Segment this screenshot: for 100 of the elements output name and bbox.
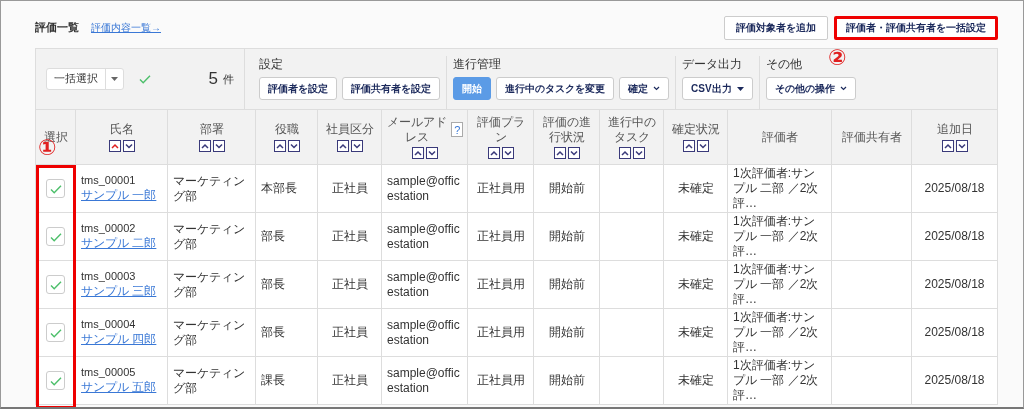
table-cell: sample@officestation <box>382 357 468 405</box>
chevron-up-icon <box>413 149 422 156</box>
table-cell: 未確定 <box>664 261 728 309</box>
table-cell <box>600 213 664 261</box>
sort-down-button[interactable] <box>632 146 645 159</box>
employee-id: tms_00005 <box>81 366 136 380</box>
table-cell: 開始前 <box>534 165 600 213</box>
sort-up-button[interactable] <box>553 146 566 159</box>
chevron-up-icon <box>110 142 119 149</box>
table-cell: 開始前 <box>534 357 600 405</box>
table-cell: 2025/08/18 <box>912 261 998 309</box>
chevron-down-icon <box>427 149 436 156</box>
table-cell <box>600 261 664 309</box>
chevron-down-icon <box>214 142 223 149</box>
sort-up-button[interactable] <box>941 139 954 152</box>
toolbar-button[interactable]: 評価共有者を設定 <box>342 77 440 100</box>
chevron-down-icon <box>569 149 578 156</box>
sort-down-button[interactable] <box>501 146 514 159</box>
sort-up-button[interactable] <box>682 139 695 152</box>
annotation-number: ② <box>828 46 847 69</box>
group-label: データ出力 <box>682 56 742 73</box>
sort-up-button[interactable] <box>618 146 631 159</box>
table-cell: 正社員 <box>318 213 382 261</box>
sort-down-button[interactable] <box>212 139 225 152</box>
sort-up-button[interactable] <box>273 139 286 152</box>
chevron-up-icon <box>684 142 693 149</box>
result-count: 5 <box>208 69 218 89</box>
column-label: 進行中のタスク <box>606 115 657 144</box>
table-cell: 未確定 <box>664 213 728 261</box>
table-cell: 部長 <box>256 213 318 261</box>
table-cell: sample@officestation <box>382 213 468 261</box>
top-button[interactable]: 評価対象者を追加 <box>724 15 828 40</box>
table-cell: 正社員 <box>318 309 382 357</box>
employee-name-link[interactable]: サンプル 四郎 <box>81 331 157 347</box>
row-checkbox[interactable] <box>46 275 65 294</box>
table-cell: マーケティング部 <box>168 213 256 261</box>
column-label: 評価プラン <box>475 115 526 144</box>
table-cell: 正社員用 <box>468 213 534 261</box>
table-cell: 課長 <box>256 357 318 405</box>
column-label: 評価の進行状況 <box>541 115 592 144</box>
column-label: 部署 <box>199 122 224 137</box>
top-button[interactable]: 評価者・評価共有者を一括設定 <box>834 15 998 40</box>
table-cell <box>600 357 664 405</box>
employee-id: tms_00001 <box>81 174 136 188</box>
table-cell: 正社員用 <box>468 165 534 213</box>
table-cell: 1次評価者:サンプル 二部 ／2次評… <box>728 165 832 213</box>
row-checkbox[interactable] <box>46 323 65 342</box>
table-cell: 1次評価者:サンプル 一部 ／2次評… <box>728 261 832 309</box>
employee-name-link[interactable]: サンプル 五郎 <box>81 379 157 395</box>
toolbar-button[interactable]: 進行中のタスクを変更 <box>496 77 614 100</box>
sort-up-button[interactable] <box>198 139 211 152</box>
row-checkbox[interactable] <box>46 371 65 390</box>
toolbar-button[interactable]: CSV出力 <box>682 77 753 100</box>
table-cell: 開始前 <box>534 213 600 261</box>
sort-down-button[interactable] <box>696 139 709 152</box>
table-cell: 2025/08/18 <box>912 309 998 357</box>
table-cell: マーケティング部 <box>168 261 256 309</box>
table-cell: 開始前 <box>534 261 600 309</box>
employee-id: tms_00002 <box>81 222 136 236</box>
table-cell: 未確定 <box>664 165 728 213</box>
table-cell: sample@officestation <box>382 309 468 357</box>
sort-down-button[interactable] <box>350 139 363 152</box>
column-label: 評価者 <box>761 129 798 145</box>
employee-name-link[interactable]: サンプル 二郎 <box>81 235 157 251</box>
sort-down-button[interactable] <box>955 139 968 152</box>
table-cell: 正社員用 <box>468 309 534 357</box>
table-cell: 2025/08/18 <box>912 213 998 261</box>
group-label: その他 <box>765 56 802 73</box>
employee-id: tms_00003 <box>81 270 136 284</box>
table-cell: 未確定 <box>664 357 728 405</box>
chevron-down-icon <box>839 86 847 91</box>
sort-up-button[interactable] <box>411 146 424 159</box>
chevron-down-icon <box>634 149 643 156</box>
sort-down-button[interactable] <box>122 139 135 152</box>
employee-id: tms_00004 <box>81 318 136 332</box>
chevron-down-icon <box>124 142 133 149</box>
sort-down-button[interactable] <box>287 139 300 152</box>
table-cell: 部長 <box>256 309 318 357</box>
sort-up-button[interactable] <box>487 146 500 159</box>
employee-name-link[interactable]: サンプル 一郎 <box>81 187 157 203</box>
toolbar-button[interactable]: 確定 <box>619 77 669 100</box>
bulk-select-dropdown[interactable]: 一括選択 <box>46 68 124 90</box>
group-label: 設定 <box>259 56 283 73</box>
sort-up-button[interactable] <box>108 139 121 152</box>
table-cell: 正社員用 <box>468 261 534 309</box>
column-label: 評価共有者 <box>841 129 902 145</box>
toolbar-button[interactable]: 評価者を設定 <box>259 77 337 100</box>
sort-up-button[interactable] <box>336 139 349 152</box>
help-icon[interactable]: ? <box>451 122 463 137</box>
sort-down-button[interactable] <box>425 146 438 159</box>
column-label: 確定状況 <box>671 122 720 137</box>
column-label: 社員区分 <box>325 122 374 137</box>
count-unit: 件 <box>223 71 234 87</box>
toolbar-button[interactable]: その他の操作 <box>765 77 856 100</box>
row-checkbox[interactable] <box>46 179 65 198</box>
sort-down-button[interactable] <box>567 146 580 159</box>
row-checkbox[interactable] <box>46 227 65 246</box>
evaluation-list-link[interactable]: 評価内容一覧→ <box>91 20 161 35</box>
table-cell: 正社員 <box>318 165 382 213</box>
employee-name-link[interactable]: サンプル 三郎 <box>81 283 157 299</box>
